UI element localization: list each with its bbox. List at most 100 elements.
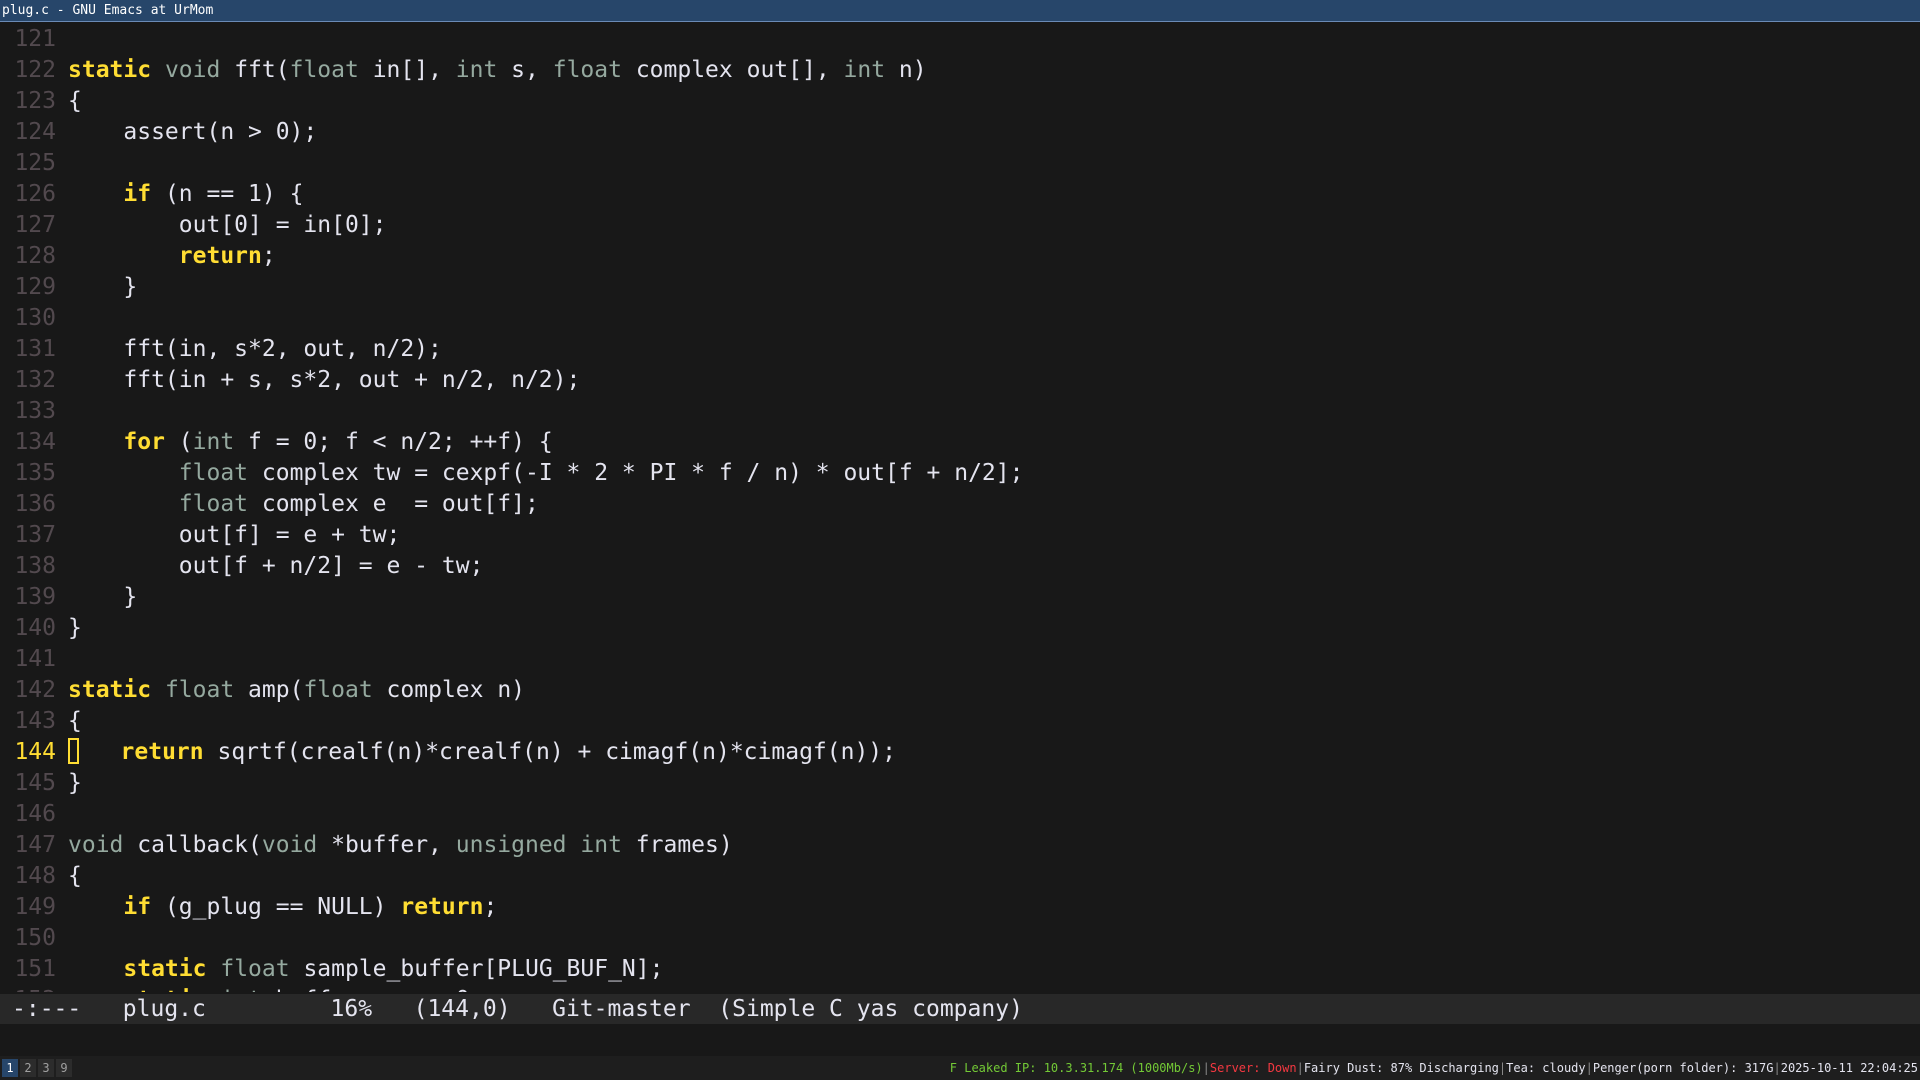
line-number: 126 [14, 181, 56, 207]
status-items: F Leaked IP: 10.3.31.174 (1000Mb/s)|Serv… [950, 1056, 1918, 1080]
type-token: float [178, 491, 249, 517]
line-number: 134 [14, 429, 56, 455]
keyword-token: if [123, 181, 152, 207]
modeline-modes[interactable]: (Simple C yas company) [718, 996, 1023, 1022]
code-text: static int buffer_pos = 0; [68, 987, 483, 992]
code-line[interactable]: 131 fft(in, s*2, out, n/2); [0, 334, 1920, 365]
code-line[interactable]: 123 { [0, 86, 1920, 117]
code-token: } [68, 584, 138, 610]
code-line[interactable]: 130 [0, 303, 1920, 334]
line-number: 144 [14, 739, 56, 765]
code-line[interactable]: 145} [0, 768, 1920, 799]
code-text: void callback(void *buffer, unsigned int… [68, 832, 733, 858]
keyword-token: static [123, 987, 206, 992]
modeline-vc-branch[interactable]: Git-master [552, 996, 690, 1022]
code-line[interactable]: 122 static void fft(float in[], int s, fl… [0, 55, 1920, 86]
code-line[interactable]: 148 { [0, 861, 1920, 892]
mode-line: -:--- plug.c 16% (144,0) Git-master (Sim… [0, 994, 1920, 1024]
code-text: float complex tw = cexpf(-I * 2 * PI * f… [68, 460, 1024, 486]
code-line[interactable]: 134 for (int f = 0; f < n/2; ++f) { [0, 427, 1920, 458]
line-number: 124 [14, 119, 56, 145]
code-line[interactable]: 135 float complex tw = cexpf(-I * 2 * PI… [0, 458, 1920, 489]
code-line[interactable]: 141 [0, 644, 1920, 675]
code-line[interactable]: 126 if (n == 1) { [0, 179, 1920, 210]
code-line[interactable]: 151 static float sample_buffer[PLUG_BUF_… [0, 954, 1920, 985]
code-line[interactable]: 144 return sqrtf(crealf(n)*crealf(n) + c… [0, 737, 1920, 768]
code-text: assert(n > 0); [68, 119, 317, 145]
code-line[interactable]: 138 out[f + n/2] = e - tw; [0, 551, 1920, 582]
code-text: for (int f = 0; f < n/2; ++f) { [68, 429, 552, 455]
type-token: float [164, 677, 235, 703]
line-number: 152 [0, 985, 68, 992]
code-line[interactable]: 124 assert(n > 0); [0, 117, 1920, 148]
line-number: 127 [14, 212, 56, 238]
type-token: float [552, 57, 622, 83]
code-line[interactable]: 152 static int buffer_pos = 0; [0, 985, 1920, 992]
code-text: return sqrtf(crealf(n)*crealf(n) + cimag… [68, 738, 896, 765]
code-token: s, [497, 57, 553, 83]
status-item: 2025-10-11 22:04:25 [1780, 1061, 1918, 1075]
code-line[interactable]: 140} [0, 613, 1920, 644]
modeline-buffer-name[interactable]: plug.c [123, 996, 206, 1022]
code-line[interactable]: 128 return; [0, 241, 1920, 272]
code-line[interactable]: 121 [0, 24, 1920, 55]
code-line[interactable]: 139 } [0, 582, 1920, 613]
code-token: complex tw = cexpf(-I * 2 * PI * f / n) … [248, 460, 1024, 486]
workspace-button-2[interactable]: 2 [20, 1059, 36, 1077]
code-line[interactable]: 147 void callback(void *buffer, unsigned … [0, 830, 1920, 861]
workspace-button-9[interactable]: 9 [56, 1059, 72, 1077]
type-token: unsigned [455, 832, 567, 858]
line-number: 130 [14, 305, 56, 331]
line-number: 123 [14, 88, 56, 114]
code-token: } [68, 615, 82, 641]
code-line[interactable]: 150 [0, 923, 1920, 954]
keyword-token: return [400, 894, 484, 920]
line-number: 140 [14, 615, 56, 641]
workspace-button-3[interactable]: 3 [38, 1059, 54, 1077]
status-item: Penger(porn folder): 317G [1592, 1061, 1774, 1075]
minibuffer[interactable] [0, 1024, 1920, 1054]
code-line[interactable]: 136 float complex e = out[f]; [0, 489, 1920, 520]
keyword-token: static [68, 57, 152, 83]
line-number: 125 [14, 150, 56, 176]
workspace-button-1[interactable]: 1 [2, 1059, 18, 1077]
status-separator: | [1202, 1061, 1210, 1075]
code-line[interactable]: 146 [0, 799, 1920, 830]
code-text: if (n == 1) { [68, 181, 303, 207]
line-number: 146 [14, 801, 56, 827]
code-text: if (g_plug == NULL) return; [68, 894, 497, 920]
code-line[interactable]: 142 static float amp(float complex n) [0, 675, 1920, 706]
code-text: } [68, 584, 137, 610]
code-text: fft(in, s*2, out, n/2); [68, 336, 442, 362]
editor-buffer[interactable]: 121 122 static void fft(float in[], int s,… [0, 24, 1920, 992]
code-line[interactable]: 127 out[0] = in[0]; [0, 210, 1920, 241]
status-item: Server: Down [1209, 1061, 1297, 1075]
window-title: plug.c - GNU Emacs at UrMom [2, 3, 214, 18]
line-number: 143 [14, 708, 56, 734]
code-line[interactable]: 125 [0, 148, 1920, 179]
code-line[interactable]: 132 fft(in + s, s*2, out + n/2, n/2); [0, 365, 1920, 396]
line-number: 139 [14, 584, 56, 610]
type-token: int [455, 57, 498, 83]
line-number: 150 [14, 925, 56, 951]
system-status-bar: 1239 F Leaked IP: 10.3.31.174 (1000Mb/s)… [0, 1056, 1920, 1080]
code-line[interactable]: 133 [0, 396, 1920, 427]
code-line[interactable]: 149 if (g_plug == NULL) return; [0, 892, 1920, 923]
code-line[interactable]: 143 { [0, 706, 1920, 737]
code-token: out[f] = e + tw; [68, 522, 401, 548]
type-token: int [580, 832, 622, 858]
line-number: 137 [14, 522, 56, 548]
code-line[interactable]: 129 } [0, 272, 1920, 303]
type-token: int [220, 987, 262, 992]
type-token: float [220, 956, 290, 982]
code-token: } [68, 274, 138, 300]
type-token: float [289, 57, 359, 83]
code-line[interactable]: 137 out[f] = e + tw; [0, 520, 1920, 551]
code-token: { [68, 88, 82, 114]
type-token: void [261, 832, 318, 858]
